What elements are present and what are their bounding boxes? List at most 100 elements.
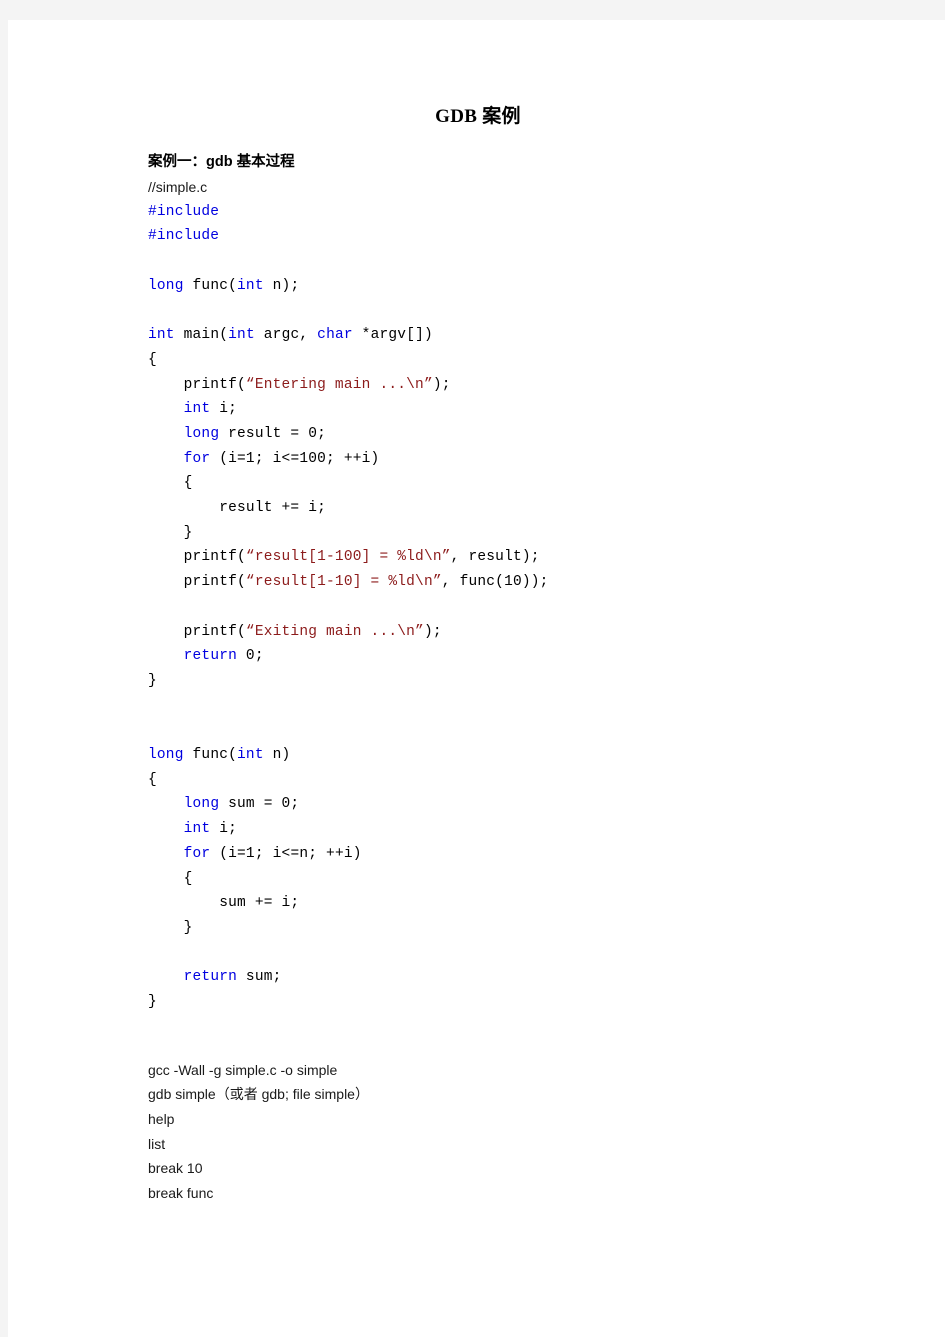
code-line: } bbox=[148, 990, 848, 1015]
code-line: { bbox=[148, 471, 848, 496]
code-token-pln: { bbox=[148, 351, 157, 368]
code-token-pln: } bbox=[148, 672, 157, 689]
code-line: { bbox=[148, 348, 848, 373]
code-line: int main(int argc, char *argv[]) bbox=[148, 323, 848, 348]
gdb-command-line: break func bbox=[148, 1184, 214, 1201]
code-line: long func(int n); bbox=[148, 274, 848, 299]
code-token-kw: long bbox=[183, 796, 220, 813]
code-token-str: “result[1-100] = %ld\n” bbox=[245, 549, 451, 566]
code-token-pln: printf( bbox=[148, 549, 246, 566]
code-line: } bbox=[148, 916, 848, 941]
code-token-pln: result += i; bbox=[148, 500, 327, 517]
code-token-str: “Entering main ...\n” bbox=[245, 376, 433, 393]
code-line: { bbox=[148, 867, 848, 892]
code-token-kw: for bbox=[183, 450, 211, 467]
code-token-pln: ); bbox=[432, 376, 451, 393]
code-line: } bbox=[148, 669, 848, 694]
code-token-pln: (i=1; i<=n; ++i) bbox=[210, 845, 362, 862]
code-token-pln: (i=1; i<=100; ++i) bbox=[210, 450, 380, 467]
code-token-pre: #include bbox=[148, 228, 220, 245]
code-token-pln bbox=[148, 796, 184, 812]
code-line: return 0; bbox=[148, 644, 848, 669]
code-token-pln: argc, bbox=[254, 327, 318, 344]
code-line: return sum; bbox=[148, 965, 848, 990]
code-token-pln bbox=[148, 401, 184, 417]
section-heading-case-one: 案例一：gdb 基本过程 bbox=[148, 154, 295, 170]
code-line: printf(“result[1-100] = %ld\n”, result); bbox=[148, 545, 848, 570]
code-token-kw: long bbox=[148, 277, 184, 294]
code-token-pln: sum = 0; bbox=[219, 796, 300, 813]
code-line: #include bbox=[148, 200, 848, 225]
code-token-pln: printf( bbox=[148, 376, 246, 393]
code-token-pln: } bbox=[148, 919, 193, 936]
code-line: printf(“Entering main ...\n”); bbox=[148, 373, 848, 398]
code-token-kw: long bbox=[148, 747, 184, 764]
c-source-code-block: #include #include long func(int n); int m… bbox=[148, 200, 848, 1015]
code-token-pln: printf( bbox=[148, 623, 246, 640]
code-line: } bbox=[148, 521, 848, 546]
gdb-command-line: break 10 bbox=[148, 1160, 203, 1177]
code-line: printf(“Exiting main ...\n”); bbox=[148, 620, 848, 645]
code-token-pln: func( bbox=[183, 277, 238, 294]
code-token-pln: { bbox=[148, 771, 157, 788]
code-token-kw: int bbox=[183, 401, 211, 418]
code-line: long result = 0; bbox=[148, 422, 848, 447]
code-token-pln: sum; bbox=[237, 969, 282, 986]
gdb-command-list: gcc -Wall -g simple.c -o simple gdb simpl… bbox=[148, 1058, 848, 1206]
code-token-pln: n) bbox=[263, 747, 291, 764]
document-content: GDB 案例 案例一：gdb 基本过程 //simple.c #include #… bbox=[148, 100, 848, 1205]
code-token-pln: , func(10)); bbox=[441, 574, 549, 591]
code-line: for (i=1; i<=100; ++i) bbox=[148, 447, 848, 472]
code-token-kw: char bbox=[317, 327, 353, 344]
code-token-kw: int bbox=[237, 277, 264, 294]
code-token-kw: int bbox=[183, 821, 211, 838]
code-line: long sum = 0; bbox=[148, 792, 848, 817]
page-title: GDB 案例 bbox=[435, 106, 521, 127]
code-token-kw: for bbox=[183, 845, 211, 862]
code-token-pln: } bbox=[148, 994, 157, 1011]
code-line: long func(int n) bbox=[148, 743, 848, 768]
code-token-pln bbox=[148, 821, 184, 837]
code-token-kw: return bbox=[183, 969, 238, 986]
code-token-pln: *argv[]) bbox=[352, 327, 433, 344]
code-commands-spacer bbox=[148, 1015, 848, 1058]
code-token-kw: int bbox=[237, 747, 264, 764]
code-token-pln: } bbox=[148, 524, 193, 541]
code-token-pln: main( bbox=[174, 327, 229, 344]
source-filename-comment: //simple.c bbox=[148, 179, 208, 195]
code-token-str: “Exiting main ...\n” bbox=[245, 623, 424, 640]
gdb-command-line: gcc -Wall -g simple.c -o simple bbox=[148, 1061, 338, 1078]
code-token-pln: { bbox=[148, 475, 193, 492]
code-line: sum += i; bbox=[148, 891, 848, 916]
code-token-pln: i; bbox=[210, 401, 238, 418]
code-token-kw: long bbox=[183, 425, 220, 442]
code-token-kw: int bbox=[228, 327, 255, 344]
code-token-kw: int bbox=[148, 327, 175, 344]
code-token-pln bbox=[148, 648, 184, 664]
code-token-pln: n); bbox=[263, 277, 300, 294]
code-line: printf(“result[1-10] = %ld\n”, func(10))… bbox=[148, 570, 848, 595]
code-token-pln bbox=[148, 969, 184, 985]
gdb-command-line: gdb simple（或者 gdb; file simple） bbox=[148, 1086, 369, 1103]
code-line: result += i; bbox=[148, 496, 848, 521]
code-token-pln: , result); bbox=[450, 549, 540, 566]
code-line: for (i=1; i<=n; ++i) bbox=[148, 842, 848, 867]
code-token-pln: result = 0; bbox=[219, 425, 327, 442]
code-token-pln: ); bbox=[423, 623, 442, 640]
code-token-pln: i; bbox=[210, 821, 238, 838]
code-token-pln: sum += i; bbox=[148, 895, 300, 912]
gdb-command-line: help bbox=[148, 1110, 175, 1127]
gdb-command-line: list bbox=[148, 1135, 166, 1152]
code-line: int i; bbox=[148, 817, 848, 842]
code-token-str: “result[1-10] = %ld\n” bbox=[245, 574, 442, 591]
code-token-pln bbox=[148, 451, 184, 467]
code-token-pln: { bbox=[148, 870, 193, 887]
code-token-pln: func( bbox=[183, 747, 238, 764]
code-token-kw: return bbox=[183, 648, 238, 665]
